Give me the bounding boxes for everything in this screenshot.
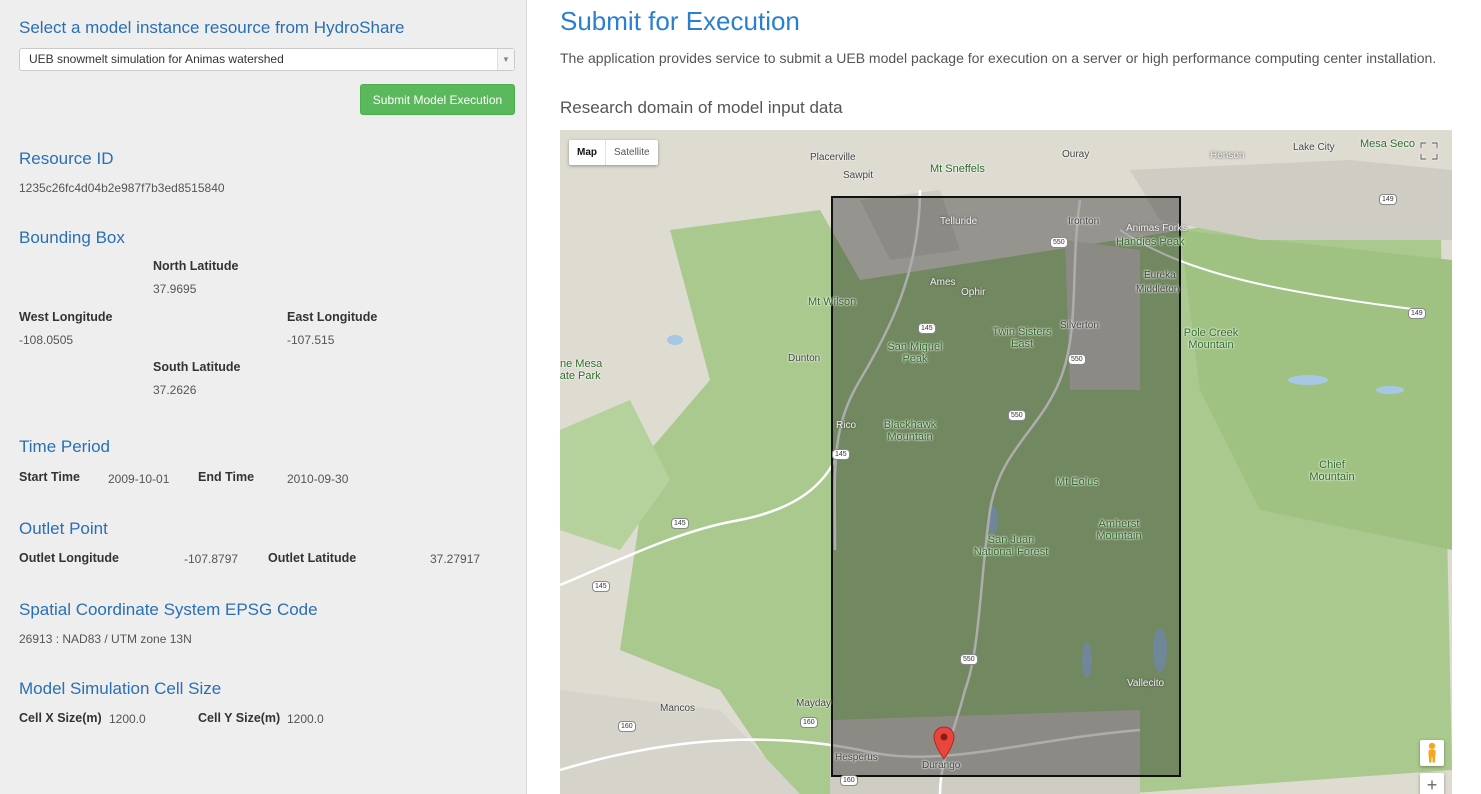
map-type-satellite-button[interactable]: Satellite (605, 140, 658, 165)
map-label-mt-sneffels: Mt Sneffels (930, 163, 985, 175)
map-label-eureka: Eureka (1144, 270, 1176, 281)
map-label-chief-mountain: Chief Mountain (1309, 459, 1355, 483)
map-label-mancos: Mancos (660, 703, 696, 714)
epsg-heading: Spatial Coordinate System EPSG Code (19, 600, 318, 619)
highway-shield: 149 (1408, 308, 1426, 319)
map-type-control: Map Satellite (569, 140, 658, 165)
map-label-san-juan-national-forest: San Juan National Forest (973, 534, 1049, 558)
map-label-vallecito: Vallecito (1127, 678, 1165, 689)
start-time-label: Start Time (19, 470, 80, 484)
cell-size-heading: Model Simulation Cell Size (19, 679, 222, 698)
map-label-rico: Rico (836, 420, 857, 431)
map-label-dunton: Dunton (788, 353, 821, 364)
start-time-value: 2009-10-01 (108, 472, 170, 486)
sidebar: Select a model instance resource from Hy… (0, 0, 527, 794)
highway-shield: 550 (1008, 410, 1026, 421)
map-label-hesperus: Hesperus (835, 752, 878, 763)
epsg-value: 26913 : NAD83 / UTM zone 13N (19, 632, 192, 646)
map-label-henson: Henson (1210, 150, 1245, 161)
submit-model-execution-button[interactable]: Submit Model Execution (360, 84, 515, 115)
map-label-mayday: Mayday (796, 698, 832, 709)
cell-y-size-label: Cell Y Size(m) (198, 711, 281, 725)
map-label-mt-eolus: Mt Eolus (1056, 476, 1099, 488)
north-latitude-value: 37.9695 (153, 282, 197, 296)
map-heading: Research domain of model input data (560, 98, 843, 117)
map-label-ouray: Ouray (1062, 149, 1090, 160)
fullscreen-icon[interactable] (1417, 139, 1441, 163)
outlet-marker-icon[interactable] (933, 726, 955, 760)
outlet-point-heading: Outlet Point (19, 519, 108, 538)
map-label-animas-forks: Animas Forks (1126, 223, 1188, 234)
map-label-durango: Durango (922, 760, 961, 771)
east-longitude-label: East Longitude (287, 310, 378, 324)
east-longitude-value: -107.515 (287, 333, 335, 347)
resource-select[interactable]: UEB snowmelt simulation for Animas water… (19, 48, 515, 71)
map-label-ophir: Ophir (961, 287, 986, 298)
highway-shield: 160 (800, 717, 818, 728)
page-title: Submit for Execution (560, 6, 800, 36)
highway-shield: 145 (592, 581, 610, 592)
map-label-silverton: Silverton (1060, 320, 1099, 331)
pegman-icon[interactable] (1420, 740, 1444, 766)
highway-shield: 145 (918, 323, 936, 334)
map-label-blackhawk-mountain: Blackhawk Mountain (883, 419, 937, 443)
highway-shield: 160 (840, 775, 858, 786)
select-resource-heading: Select a model instance resource from Hy… (19, 18, 405, 37)
bounding-box-heading: Bounding Box (19, 228, 125, 247)
map-label-ames: Ames (930, 277, 956, 288)
highway-shield: 145 (671, 518, 689, 529)
zoom-in-button[interactable]: + (1420, 773, 1444, 794)
map-label-placerville: Placerville (810, 152, 856, 163)
highway-shield: 550 (1050, 237, 1068, 248)
cell-x-size-value: 1200.0 (109, 712, 146, 726)
end-time-value: 2010-09-30 (287, 472, 349, 486)
research-domain-map[interactable]: Placerville Sawpit Mt Sneffels Ouray Hen… (560, 130, 1452, 794)
outlet-latitude-label: Outlet Latitude (268, 551, 357, 565)
resource-id-value: 1235c26fc4d04b2e987f7b3ed8515840 (19, 181, 225, 195)
map-label-twin-sisters-east: Twin Sisters East (992, 326, 1052, 350)
outlet-latitude-value: 37.27917 (430, 552, 481, 566)
map-label-telluride: Telluride (940, 216, 978, 227)
west-longitude-value: -108.0505 (19, 333, 74, 347)
map-label-san-miguel-peak: San Miguel Peak (887, 341, 943, 365)
highway-shield: 160 (618, 721, 636, 732)
west-longitude-label: West Longitude (19, 310, 113, 324)
time-period-heading: Time Period (19, 437, 111, 456)
cell-x-size-label: Cell X Size(m) (19, 711, 102, 725)
map-label-middleton: Middleton (1136, 284, 1180, 295)
map-label-lone-mesa-state-park: Lone Mesa State Park (560, 358, 603, 382)
highway-shield: 550 (1068, 354, 1086, 365)
highway-shield: 145 (832, 449, 850, 460)
south-latitude-label: South Latitude (153, 360, 241, 374)
resource-id-heading: Resource ID (19, 149, 114, 168)
map-label-ironton: Ironton (1068, 216, 1100, 227)
outlet-longitude-label: Outlet Longitude (19, 551, 119, 565)
end-time-label: End Time (198, 470, 255, 484)
map-label-amherst-mountain: Amherst Mountain (1096, 518, 1142, 542)
map-label-mt-wilson: Mt Wilson (808, 296, 857, 308)
north-latitude-label: North Latitude (153, 259, 239, 273)
highway-shield: 550 (960, 654, 978, 665)
chevron-down-icon[interactable]: ▼ (497, 49, 514, 70)
highway-shield: 149 (1379, 194, 1397, 205)
map-label-handies-peak: Handies Peak (1116, 236, 1185, 248)
page-description: The application provides service to subm… (560, 50, 1437, 66)
map-label-mesa-seco: Mesa Seco (1360, 138, 1416, 150)
map-type-map-button[interactable]: Map (569, 140, 605, 165)
map-label-pole-creek-mountain: Pole Creek Mountain (1183, 327, 1239, 351)
south-latitude-value: 37.2626 (153, 383, 197, 397)
cell-y-size-value: 1200.0 (287, 712, 324, 726)
map-label-lake-city: Lake City (1293, 142, 1335, 153)
outlet-longitude-value: -107.8797 (184, 552, 239, 566)
map-label-sawpit: Sawpit (843, 170, 874, 181)
bounding-box-rectangle (831, 196, 1181, 777)
resource-select-value: UEB snowmelt simulation for Animas water… (29, 52, 284, 66)
